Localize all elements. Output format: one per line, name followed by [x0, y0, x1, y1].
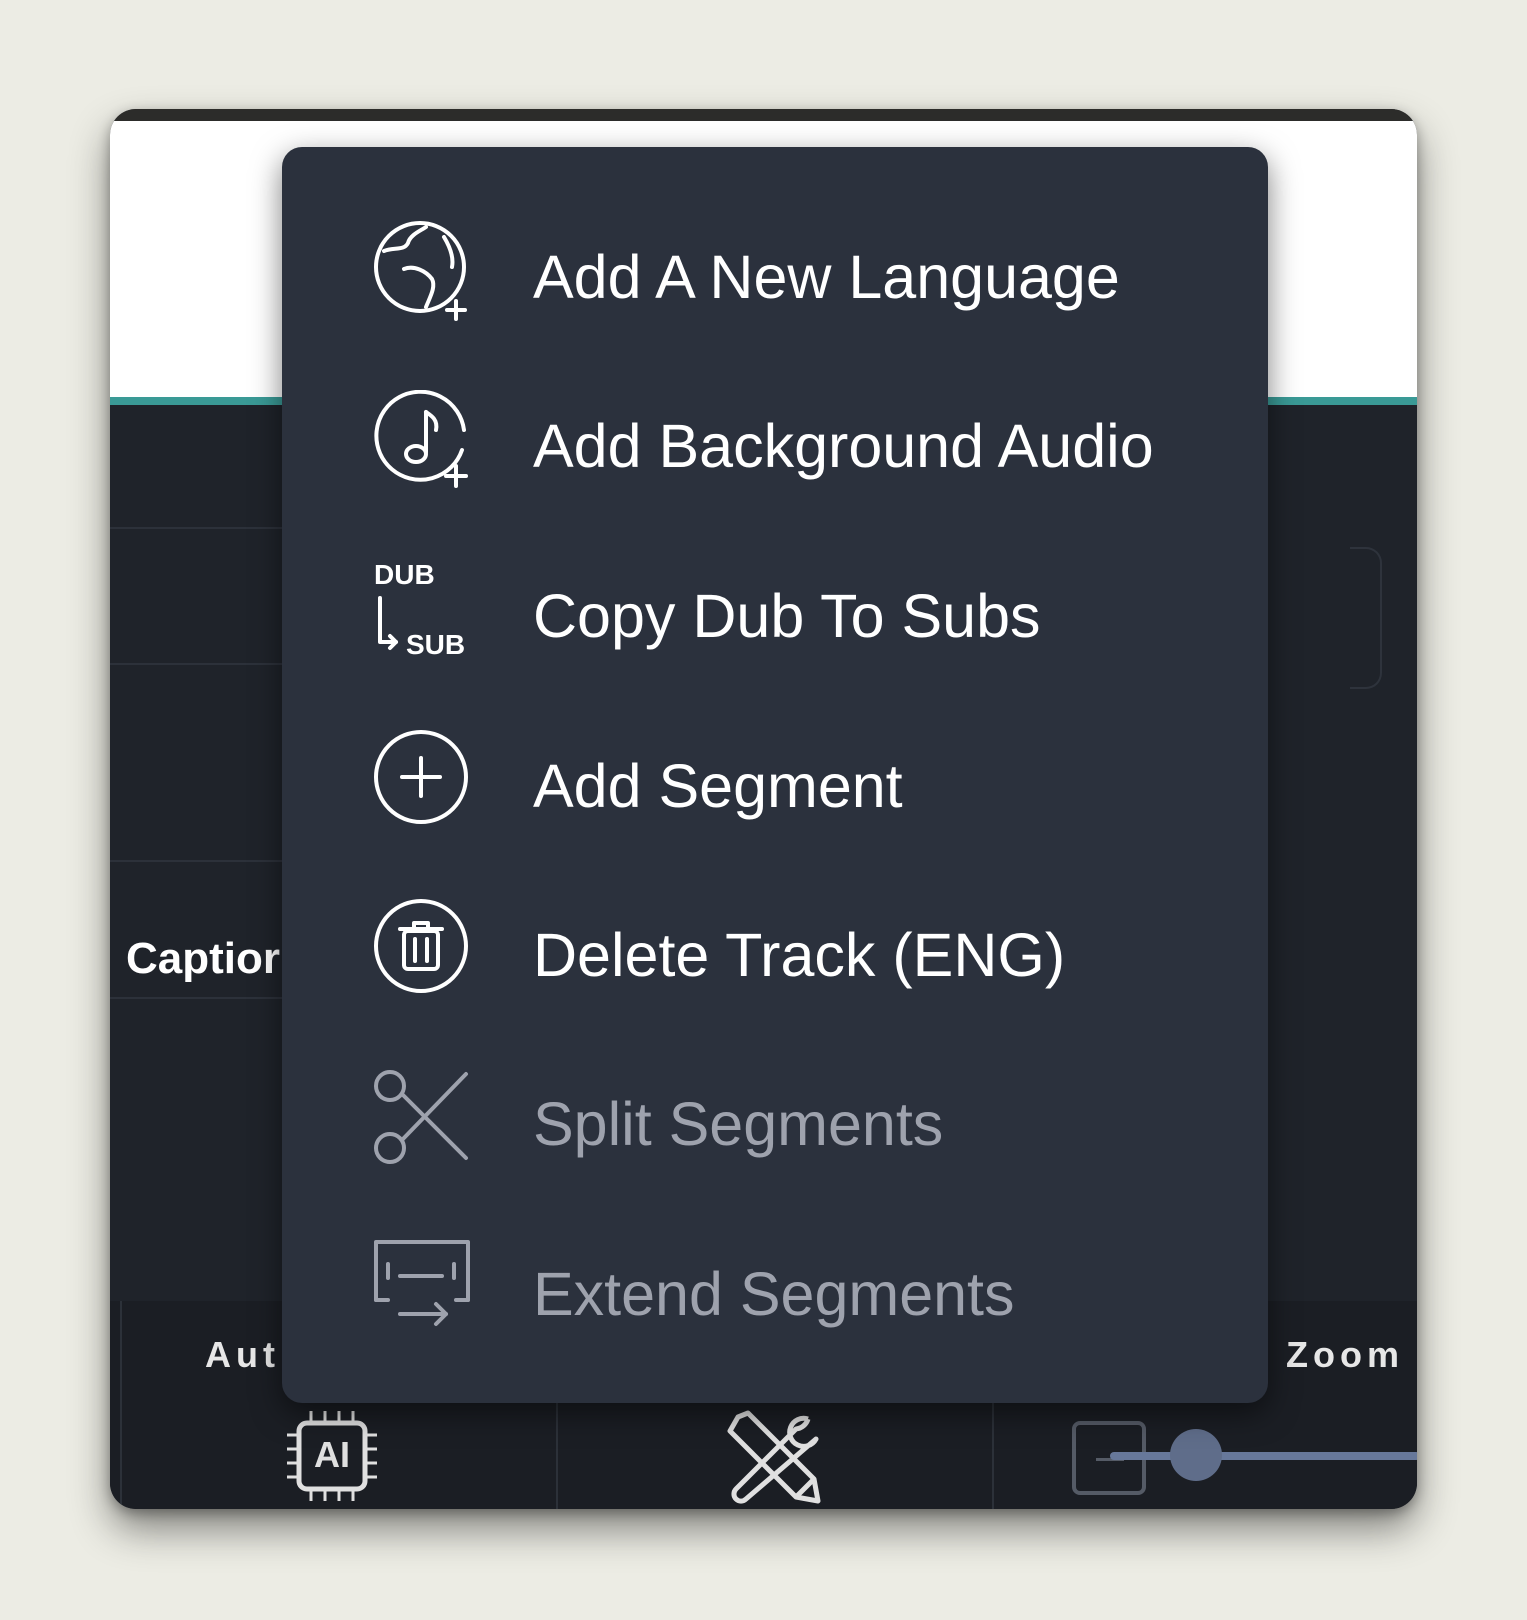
menu-label: Add Segment: [533, 752, 903, 820]
menu-label: Split Segments: [533, 1090, 944, 1158]
extend-segments-icon: [374, 1240, 470, 1326]
caption-track-label[interactable]: Captior: [126, 934, 280, 984]
menu-item-delete-track[interactable]: Delete Track (ENG): [282, 864, 1268, 1034]
toolbar-separator: [120, 1301, 122, 1509]
menu-label: Add A New Language: [533, 243, 1120, 311]
pencil-wrench-icon: [727, 1410, 821, 1504]
menu-item-copy-dub-to-subs[interactable]: DUB SUB Copy Dub To Subs: [282, 525, 1268, 695]
zoom-slider-track[interactable]: [1110, 1452, 1417, 1460]
toolbar-separator: [992, 1399, 994, 1509]
ai-chip-button[interactable]: AI: [285, 1409, 379, 1503]
menu-item-split-segments: Split Segments: [282, 1033, 1268, 1203]
track-divider: [110, 997, 290, 999]
scissors-icon: [374, 1070, 468, 1164]
track-divider: [110, 860, 290, 862]
ai-chip-icon: AI: [287, 1411, 377, 1501]
plus-circle-icon: [374, 730, 468, 824]
menu-label: Delete Track (ENG): [533, 921, 1066, 989]
menu-item-add-background-audio[interactable]: Add Background Audio: [282, 355, 1268, 525]
menu-label: Extend Segments: [533, 1260, 1015, 1328]
tools-button[interactable]: [726, 1409, 826, 1509]
globe-add-icon: [374, 221, 467, 321]
menu-label: Copy Dub To Subs: [533, 582, 1041, 650]
menu-item-add-segment[interactable]: Add Segment: [282, 695, 1268, 865]
menu-label: Add Background Audio: [533, 412, 1154, 480]
music-note-add-icon: [374, 390, 468, 488]
window-top-strip: [110, 109, 1417, 121]
dub-icon-text: DUB: [374, 560, 435, 590]
ai-chip-text: AI: [314, 1434, 350, 1475]
menu-item-extend-segments: Extend Segments: [282, 1203, 1268, 1373]
zoom-section-label: Zoom: [1286, 1334, 1404, 1375]
sub-icon-text: SUB: [406, 629, 465, 660]
dub-to-sub-icon: DUB SUB: [374, 560, 465, 660]
trash-circle-icon: [374, 899, 468, 993]
context-menu: Add A New Language Add Background Audio …: [282, 147, 1268, 1403]
toolbar-separator: [556, 1399, 558, 1509]
menu-item-add-language[interactable]: Add A New Language: [282, 186, 1268, 356]
track-divider: [110, 663, 290, 665]
track-segment-box[interactable]: [1350, 547, 1382, 689]
auto-section-label: Aut: [205, 1334, 280, 1375]
zoom-slider-handle[interactable]: [1170, 1429, 1222, 1481]
track-divider: [110, 527, 290, 529]
